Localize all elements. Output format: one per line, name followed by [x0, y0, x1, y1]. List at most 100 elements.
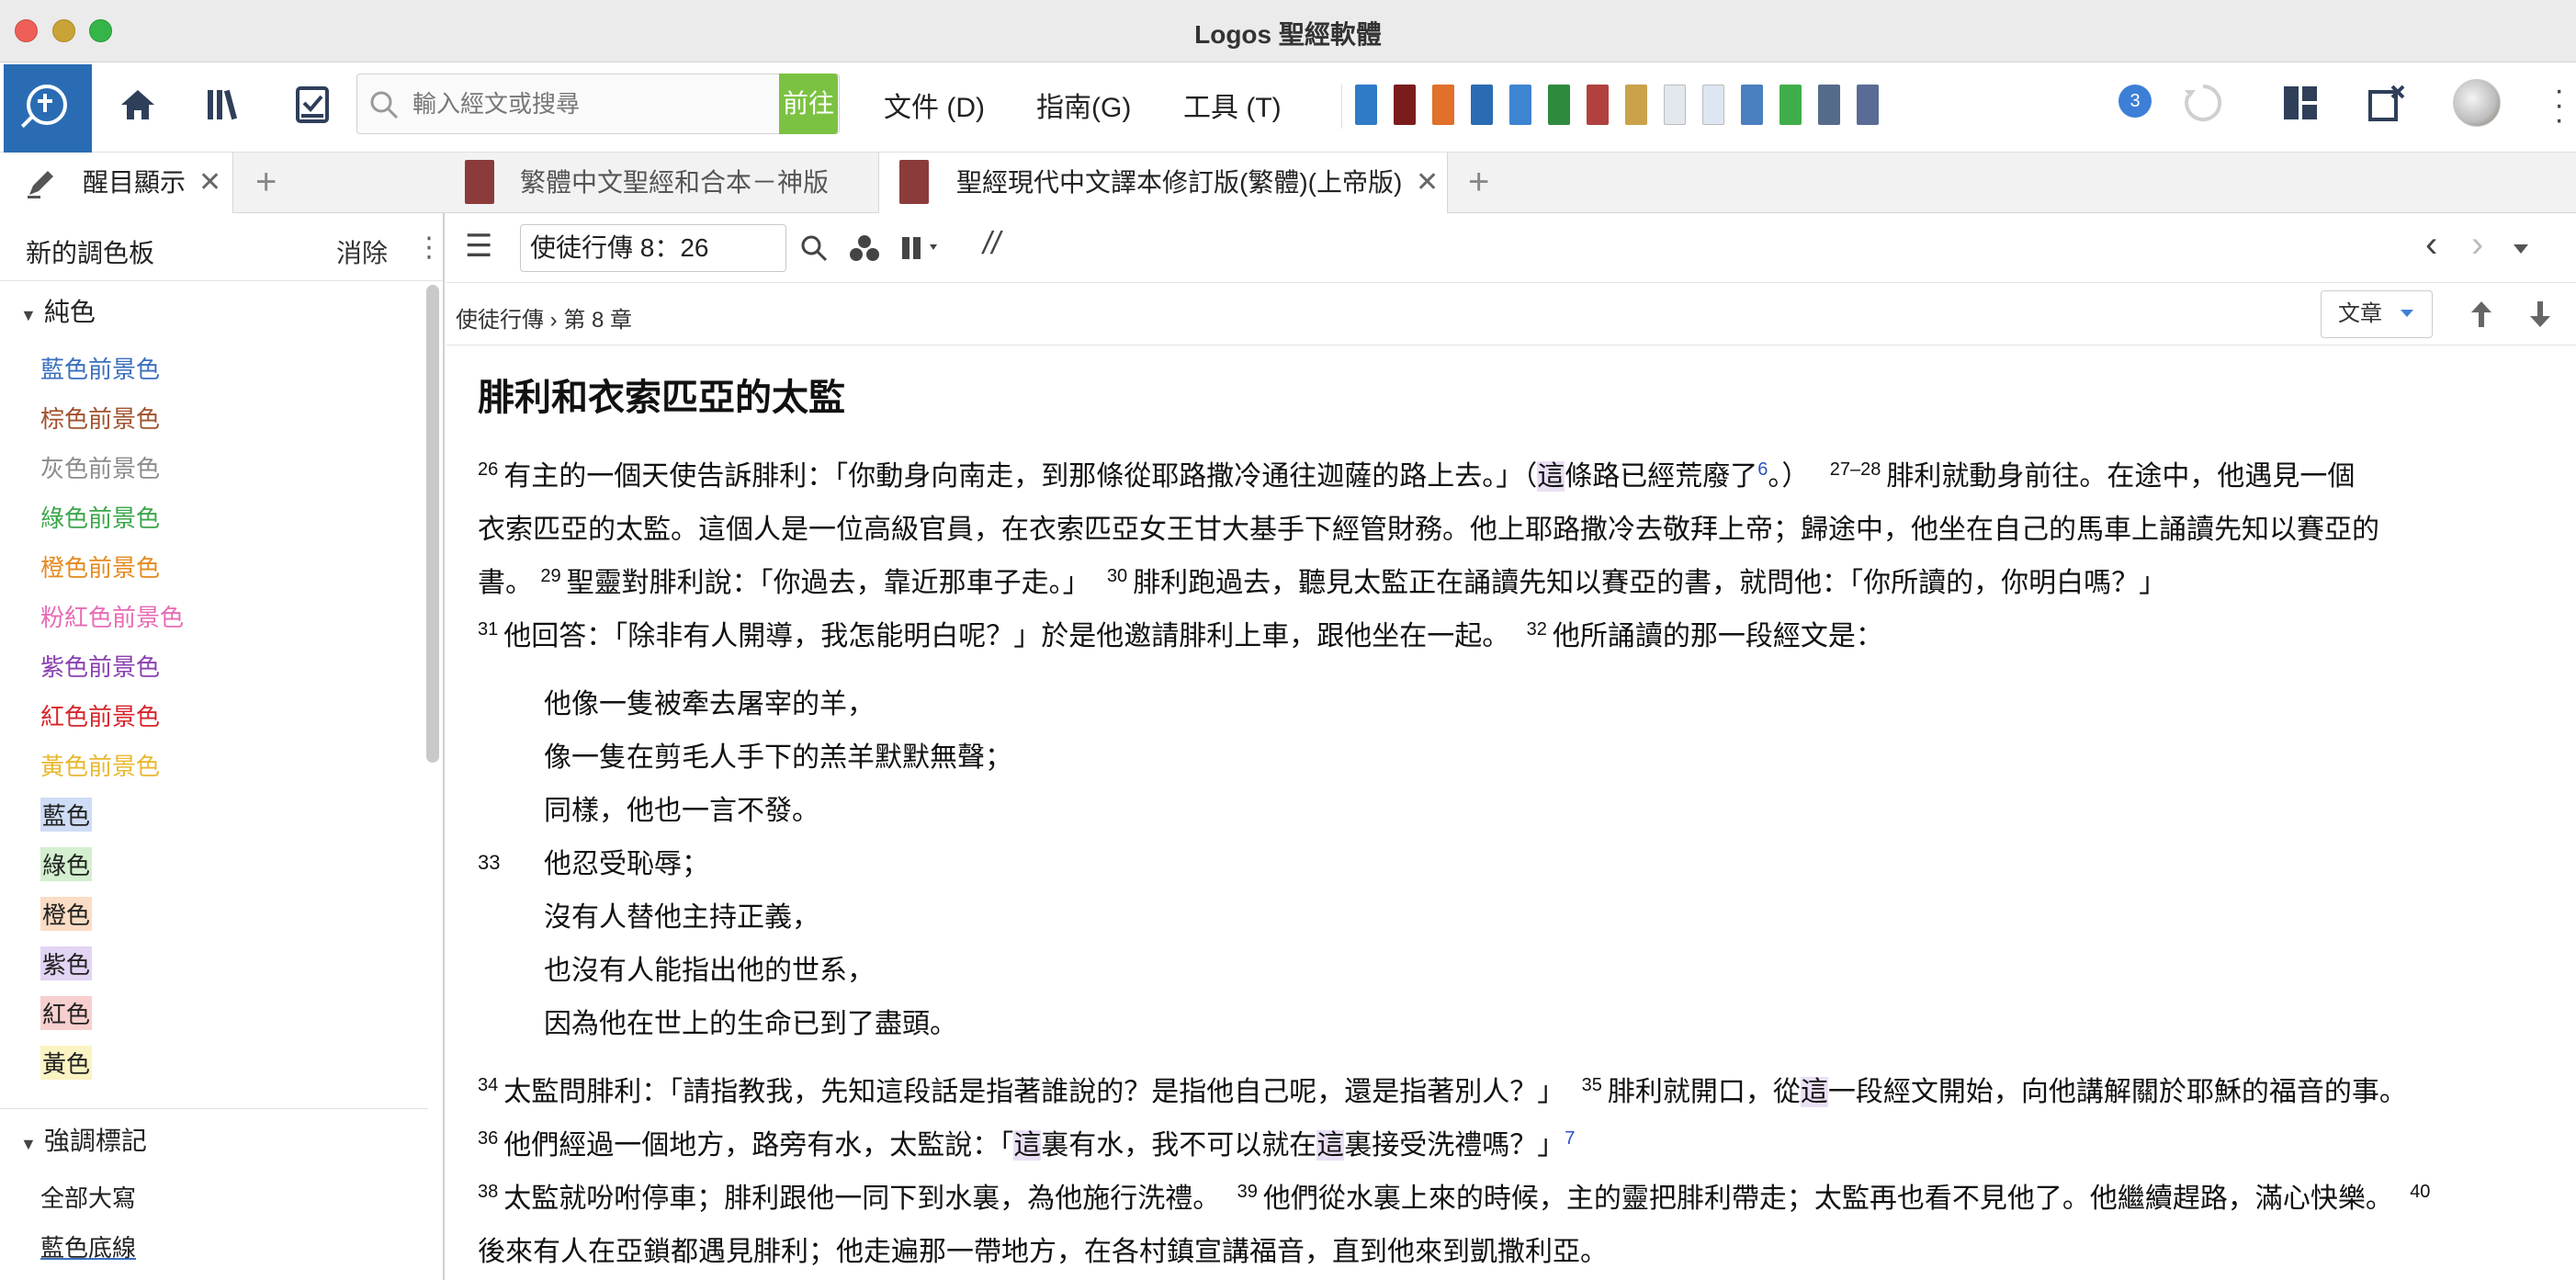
library-icon[interactable]	[202, 83, 246, 127]
close-tab-icon[interactable]: ✕	[1416, 153, 1439, 213]
verse-number[interactable]: 34	[478, 1075, 498, 1095]
style-purple-highlight[interactable]: 紫色	[40, 946, 93, 980]
previous-section-icon[interactable]	[2469, 300, 2493, 329]
verse-number[interactable]: 27–28	[1830, 459, 1881, 480]
style-yellow-foreground[interactable]: 黃色前景色	[40, 748, 160, 782]
search-hit-highlight[interactable]: 這	[1316, 1130, 1345, 1161]
verse-number[interactable]: 38	[478, 1182, 498, 1202]
next-section-icon[interactable]	[2528, 300, 2552, 329]
menu-guides[interactable]: 指南(G)	[1036, 85, 1131, 125]
add-tab-icon[interactable]: +	[1468, 162, 1489, 202]
resource-shortcut[interactable]	[1625, 85, 1647, 125]
resource-shortcut[interactable]	[1587, 85, 1609, 125]
footnote-link[interactable]: 7	[1565, 1128, 1575, 1149]
search-icon[interactable]	[799, 233, 829, 263]
style-gray-foreground[interactable]: 灰色前景色	[40, 450, 160, 484]
home-icon[interactable]	[116, 83, 160, 127]
search-icon	[370, 91, 399, 119]
add-tab-icon[interactable]: +	[255, 162, 277, 202]
search-hit-highlight[interactable]: 這	[1013, 1130, 1042, 1161]
style-red-highlight[interactable]: 紅色	[40, 996, 93, 1030]
style-blue-highlight[interactable]: 藍色	[40, 798, 93, 832]
tab-highlighting[interactable]: 醒目顯示 ✕	[0, 153, 233, 214]
menu-tools[interactable]: 工具 (T)	[1183, 85, 1282, 125]
reference-input[interactable]: 使徒行傳 8：26	[520, 224, 786, 272]
breadcrumb-path: 使徒行傳 › 第 8 章	[456, 301, 632, 334]
verse-number[interactable]: 35	[1582, 1075, 1602, 1095]
resource-shortcut[interactable]	[1509, 85, 1531, 125]
go-button[interactable]: 前往	[779, 74, 838, 134]
verse-number[interactable]: 40	[2410, 1182, 2430, 1202]
resource-shortcut[interactable]	[1741, 85, 1763, 125]
verse-number[interactable]: 32	[1527, 619, 1547, 640]
style-yellow-highlight[interactable]: 黃色	[40, 1046, 93, 1080]
verse-number[interactable]: 36	[478, 1128, 498, 1149]
section-heading: 腓利和衣索匹亞的太監	[478, 378, 845, 418]
panel-menu-icon[interactable]: ☰	[465, 228, 492, 265]
title-bar: Logos 聖經軟體	[0, 0, 2576, 62]
sync-icon[interactable]	[2181, 81, 2225, 125]
search-input[interactable]	[412, 84, 762, 124]
style-all-caps[interactable]: 全部大寫	[40, 1180, 136, 1214]
style-orange-foreground[interactable]: 橙色前景色	[40, 549, 160, 583]
style-blue-foreground[interactable]: 藍色前景色	[40, 351, 160, 385]
search-hit-highlight[interactable]: 這	[1800, 1077, 1828, 1107]
visual-filter-icon[interactable]	[849, 233, 880, 263]
verse-number[interactable]: 39	[1237, 1182, 1258, 1202]
resource-shortcut[interactable]	[1432, 85, 1454, 125]
parallel-resources-icon[interactable]	[902, 235, 946, 261]
book-cover-icon	[899, 160, 929, 204]
style-pink-foreground[interactable]: 粉紅色前景色	[40, 599, 184, 633]
verse-number[interactable]: 29	[540, 566, 560, 586]
style-green-foreground[interactable]: 綠色前景色	[40, 500, 160, 534]
verse-number[interactable]: 33	[478, 836, 500, 889]
style-red-foreground[interactable]: 紅色前景色	[40, 698, 160, 732]
resource-shortcut[interactable]	[1394, 85, 1416, 125]
verse-number[interactable]: 26	[478, 459, 498, 480]
verse-number[interactable]: 31	[478, 619, 498, 640]
resource-shortcut[interactable]	[1355, 85, 1377, 125]
resource-shortcut[interactable]	[1857, 85, 1879, 125]
resource-shortcut[interactable]	[1471, 85, 1493, 125]
breadcrumb-book[interactable]: 使徒行傳	[456, 308, 544, 333]
close-all-panels-icon[interactable]	[2365, 81, 2409, 125]
section-emphasis-toggle[interactable]: ▼ 強調標記	[20, 1121, 147, 1158]
poetry-line: 像一隻在剪毛人手下的羔羊默默無聲；	[544, 742, 1012, 773]
clear-button[interactable]: 消除	[336, 233, 388, 270]
back-icon[interactable]: ‹	[2425, 224, 2437, 266]
style-orange-highlight[interactable]: 橙色	[40, 897, 93, 931]
breadcrumb-chapter[interactable]: 第 8 章	[563, 308, 632, 333]
layouts-icon[interactable]	[2278, 81, 2322, 125]
section-solid-toggle[interactable]: ▼ 純色	[20, 292, 96, 329]
poetry-line: 同樣，他也一言不發。	[544, 796, 819, 826]
highlighter-icon	[28, 171, 53, 198]
resource-shortcut[interactable]	[1818, 85, 1840, 125]
tab-cunp-label: 繁體中文聖經和合本－神版	[520, 168, 830, 197]
palette-menu-icon[interactable]: ⋮	[415, 232, 443, 264]
style-brown-foreground[interactable]: 棕色前景色	[40, 401, 160, 435]
resource-shortcut[interactable]	[1664, 85, 1686, 125]
logos-logo-icon[interactable]	[4, 64, 92, 153]
style-blue-underline[interactable]: 藍色底線	[40, 1229, 136, 1263]
palette-scrollbar[interactable]	[426, 285, 439, 763]
style-green-highlight[interactable]: 綠色	[40, 847, 93, 881]
sync-panels-icon[interactable]: //	[983, 226, 1000, 262]
resource-shortcut[interactable]	[1779, 85, 1802, 125]
menu-documents[interactable]: 文件 (D)	[884, 85, 985, 125]
notification-badge[interactable]: 3	[2118, 85, 2152, 118]
search-hit-highlight[interactable]: 這	[1537, 461, 1565, 492]
resource-shortcut[interactable]	[1702, 85, 1724, 125]
view-mode-dropdown[interactable]: 文章	[2321, 290, 2433, 338]
tasks-icon[interactable]	[290, 83, 334, 127]
style-purple-foreground[interactable]: 紫色前景色	[40, 649, 160, 683]
tab-cunp-bible[interactable]: 繁體中文聖經和合本－神版	[446, 153, 876, 213]
more-options-icon[interactable]: · · ·	[2554, 74, 2564, 135]
user-avatar[interactable]	[2453, 79, 2501, 127]
tab-tcv-bible[interactable]: 聖經現代中文譯本修訂版(繁體)(上帝版) ✕	[878, 153, 1448, 214]
resource-shortcut[interactable]	[1548, 85, 1570, 125]
close-tab-icon[interactable]: ✕	[198, 153, 221, 213]
footnote-link[interactable]: 6	[1757, 459, 1768, 480]
forward-icon[interactable]: ›	[2471, 224, 2483, 266]
verse-number[interactable]: 30	[1107, 566, 1127, 586]
history-dropdown-icon[interactable]	[2514, 244, 2528, 254]
